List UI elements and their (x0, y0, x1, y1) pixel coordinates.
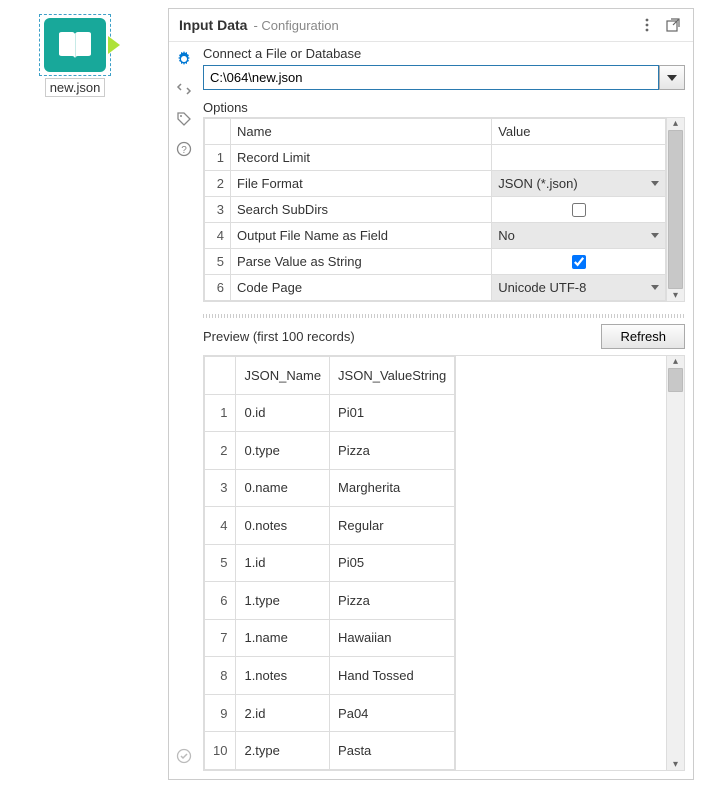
option-row[interactable]: 6 Code Page Unicode UTF-8 (205, 275, 666, 301)
output-anchor-icon[interactable] (108, 36, 120, 54)
chevron-down-icon (651, 181, 659, 186)
canvas-tool-node[interactable]: new.json (30, 14, 120, 97)
connect-file-label: Connect a File or Database (203, 46, 685, 61)
option-row[interactable]: 2 File Format JSON (*.json) (205, 171, 666, 197)
preview-scrollbar[interactable]: ▴ ▾ (666, 356, 684, 770)
scroll-down-icon: ▾ (667, 290, 684, 301)
splitter-handle[interactable] (203, 314, 685, 318)
help-icon: ? (176, 141, 192, 157)
checkmark-circle-icon (176, 748, 192, 764)
preview-row[interactable]: 10.idPi01 (205, 394, 455, 432)
node-selection-frame (39, 14, 111, 76)
preview-row[interactable]: 51.idPi05 (205, 544, 455, 582)
preview-row[interactable]: 30.nameMargherita (205, 469, 455, 507)
file-path-input[interactable] (203, 65, 659, 90)
preview-row[interactable]: 81.notesHand Tossed (205, 657, 455, 695)
option-row[interactable]: 3 Search SubDirs (205, 197, 666, 223)
scrollbar-thumb[interactable] (668, 368, 683, 392)
search-subdirs-checkbox[interactable] (572, 203, 586, 217)
chevron-down-icon (667, 75, 677, 81)
panel-header: Input Data - Configuration (169, 9, 693, 42)
options-section-label: Options (203, 100, 685, 115)
scrollbar-thumb[interactable] (668, 130, 683, 289)
option-row[interactable]: 5 Parse Value as String (205, 249, 666, 275)
scroll-up-icon: ▴ (667, 118, 684, 129)
preview-grid: JSON_Name JSON_ValueString 10.idPi01 20.… (203, 355, 685, 771)
options-scrollbar[interactable]: ▴ ▾ (666, 118, 684, 301)
book-icon (57, 30, 93, 60)
panel-title: Input Data (179, 17, 247, 33)
scroll-down-icon: ▾ (667, 759, 684, 770)
preview-label: Preview (first 100 records) (203, 329, 355, 344)
option-row[interactable]: 1 Record Limit (205, 145, 666, 171)
preview-header-json-value: JSON_ValueString (330, 357, 455, 395)
input-data-tool-icon (44, 18, 106, 72)
kebab-menu-icon[interactable] (637, 15, 657, 35)
file-path-row (203, 65, 685, 90)
file-format-select[interactable]: JSON (*.json) (492, 171, 665, 196)
tab-xml-view[interactable] (173, 78, 195, 100)
configuration-panel: Input Data - Configuration ? (168, 8, 694, 780)
tab-help[interactable]: ? (173, 138, 195, 160)
side-tab-bar: ? (169, 42, 199, 779)
options-grid: Name Value 1 Record Limit 2 File Format … (203, 117, 685, 302)
file-path-dropdown[interactable] (659, 65, 685, 90)
options-header-name: Name (231, 119, 492, 145)
tab-configuration[interactable] (173, 48, 195, 70)
refresh-button[interactable]: Refresh (601, 324, 685, 349)
scroll-up-icon: ▴ (667, 356, 684, 367)
preview-row[interactable]: 61.typePizza (205, 582, 455, 620)
preview-empty-area (455, 356, 666, 770)
tag-icon (176, 111, 192, 127)
preview-row[interactable]: 71.nameHawaiian (205, 619, 455, 657)
preview-header-json-name: JSON_Name (236, 357, 330, 395)
preview-row[interactable]: 92.idPa04 (205, 694, 455, 732)
popout-icon[interactable] (663, 15, 683, 35)
arrows-icon (176, 81, 192, 97)
chevron-down-icon (651, 233, 659, 238)
tab-status[interactable] (173, 745, 195, 767)
preview-row[interactable]: 40.notesRegular (205, 507, 455, 545)
svg-text:?: ? (181, 145, 187, 156)
preview-row[interactable]: 20.typePizza (205, 432, 455, 470)
output-filename-select[interactable]: No (492, 223, 665, 248)
preview-row[interactable]: 102.typePasta (205, 732, 455, 770)
parse-string-checkbox[interactable] (572, 255, 586, 269)
code-page-select[interactable]: Unicode UTF-8 (492, 275, 665, 300)
chevron-down-icon (651, 285, 659, 290)
preview-table: JSON_Name JSON_ValueString 10.idPi01 20.… (204, 356, 455, 770)
options-table: Name Value 1 Record Limit 2 File Format … (204, 118, 666, 301)
gear-icon (176, 51, 192, 67)
panel-subtitle: - Configuration (253, 18, 338, 33)
tab-annotation[interactable] (173, 108, 195, 130)
node-filename-label: new.json (45, 78, 106, 97)
options-header-value: Value (492, 119, 666, 145)
option-row[interactable]: 4 Output File Name as Field No (205, 223, 666, 249)
